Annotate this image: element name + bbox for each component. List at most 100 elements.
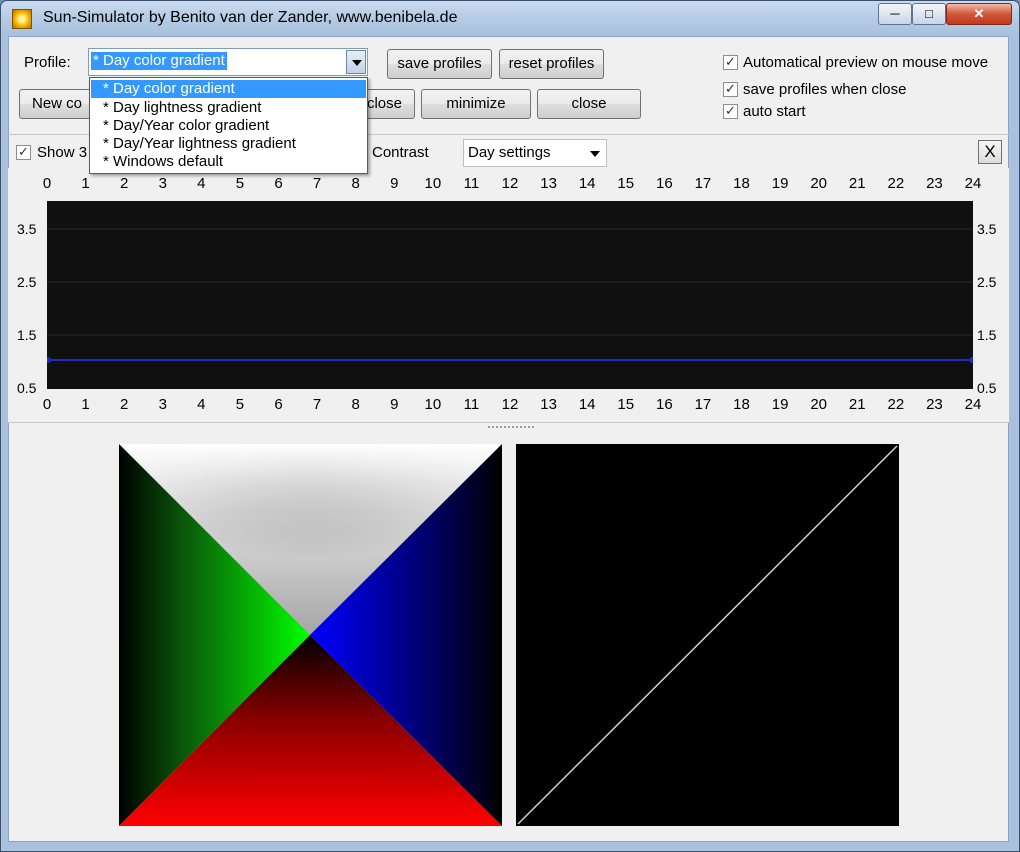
x-tick: 10 bbox=[424, 396, 442, 413]
x-tick: 6 bbox=[274, 396, 283, 413]
x-tick: 18 bbox=[733, 396, 750, 413]
lightness-svg bbox=[517, 445, 898, 825]
close-button-app[interactable]: close bbox=[537, 89, 641, 119]
x-tick: 23 bbox=[926, 396, 943, 413]
x-tick: 22 bbox=[887, 175, 905, 192]
lightness-diagonal bbox=[517, 445, 898, 825]
profile-dropdown-list: * Day color gradient * Day lightness gra… bbox=[89, 77, 368, 174]
curve-plot[interactable] bbox=[45, 201, 975, 389]
y-tick: 0.5 bbox=[977, 380, 997, 396]
x-tick: 3 bbox=[158, 175, 167, 192]
curve-handle[interactable] bbox=[45, 357, 51, 363]
x-tick: 19 bbox=[771, 396, 789, 413]
auto-start-checkbox[interactable]: ✓ bbox=[723, 104, 738, 119]
x-tick: 24 bbox=[964, 175, 982, 192]
window-title: Sun-Simulator by Benito van der Zander, … bbox=[43, 9, 458, 26]
y-tick: 2.5 bbox=[977, 274, 997, 290]
profile-option[interactable]: * Day/Year lightness gradient bbox=[91, 135, 366, 153]
profile-select[interactable]: * Day color gradient bbox=[88, 48, 368, 76]
x-tick: 11 bbox=[463, 396, 480, 413]
title-bar[interactable]: Sun-Simulator by Benito van der Zander, … bbox=[1, 1, 1019, 37]
x-tick: 9 bbox=[390, 175, 399, 192]
y-tick: 3.5 bbox=[17, 221, 37, 237]
y-tick: 2.5 bbox=[17, 274, 37, 290]
lightness-preview bbox=[516, 444, 899, 826]
chevron-down-icon bbox=[590, 151, 600, 157]
x-tick: 15 bbox=[617, 396, 635, 413]
show-label: Show 3 bbox=[37, 144, 88, 161]
curve-svg bbox=[45, 228, 975, 363]
x-tick: 23 bbox=[926, 175, 943, 192]
x-tick: 13 bbox=[540, 396, 557, 413]
maximize-button[interactable]: □ bbox=[912, 3, 946, 25]
x-tick: 2 bbox=[119, 175, 129, 192]
y-tick: 3.5 bbox=[977, 221, 997, 237]
save-on-close-checkbox[interactable]: ✓ bbox=[723, 82, 738, 97]
curve-handle[interactable] bbox=[969, 357, 975, 363]
contrast-label: Contrast bbox=[372, 144, 429, 161]
x-tick: 9 bbox=[390, 396, 399, 413]
close-panel-button[interactable]: X bbox=[978, 140, 1002, 164]
x-tick: 21 bbox=[848, 396, 866, 413]
sun-icon bbox=[12, 9, 32, 29]
profile-label: Profile: bbox=[24, 54, 71, 71]
x-tick: 20 bbox=[810, 396, 827, 413]
minimize-button[interactable]: ─ bbox=[878, 3, 912, 25]
profile-option[interactable]: * Day lightness gradient bbox=[91, 99, 366, 117]
minimize-button-app[interactable]: minimize bbox=[421, 89, 531, 119]
chevron-down-icon bbox=[352, 60, 362, 66]
x-tick: 20 bbox=[810, 175, 827, 192]
x-tick: 5 bbox=[235, 175, 245, 192]
auto-start-label: auto start bbox=[743, 103, 806, 120]
close-preview-button[interactable]: close bbox=[360, 89, 415, 119]
x-tick: 14 bbox=[578, 175, 596, 192]
profile-option[interactable]: * Windows default bbox=[91, 153, 366, 171]
y-tick: 0.5 bbox=[17, 380, 37, 396]
x-tick: 14 bbox=[578, 396, 596, 413]
x-tick: 1 bbox=[81, 175, 90, 192]
y-tick: 1.5 bbox=[17, 327, 37, 343]
settings-selected-value: Day settings bbox=[468, 144, 551, 161]
x-tick: 2 bbox=[119, 396, 129, 413]
x-tick: 7 bbox=[312, 175, 322, 192]
x-tick: 0 bbox=[42, 175, 52, 192]
new-config-button[interactable]: New co bbox=[19, 89, 99, 119]
profile-option[interactable]: * Day/Year color gradient bbox=[91, 117, 366, 135]
x-tick: 24 bbox=[964, 396, 982, 413]
auto-preview-label: Automatical preview on mouse move bbox=[743, 54, 989, 71]
settings-select[interactable]: Day settings bbox=[463, 139, 607, 167]
maximize-icon: □ bbox=[925, 6, 933, 21]
splitter-grip-icon bbox=[488, 426, 534, 430]
x-tick: 6 bbox=[274, 175, 283, 192]
x-tick: 8 bbox=[351, 175, 360, 192]
x-tick: 7 bbox=[312, 396, 322, 413]
x-tick: 17 bbox=[694, 396, 712, 413]
x-tick: 19 bbox=[771, 175, 789, 192]
profile-option[interactable]: * Day color gradient bbox=[91, 80, 366, 98]
close-window-button[interactable]: ✕ bbox=[946, 3, 1012, 25]
x-tick: 4 bbox=[197, 396, 206, 413]
x-tick: 12 bbox=[501, 175, 519, 192]
x-tick: 18 bbox=[733, 175, 750, 192]
profile-selected-value: * Day color gradient bbox=[91, 52, 227, 70]
close-icon: ✕ bbox=[973, 6, 985, 21]
reset-profiles-button[interactable]: reset profiles bbox=[499, 49, 604, 79]
x-tick: 1 bbox=[81, 396, 90, 413]
x-tick: 16 bbox=[655, 396, 673, 413]
minimize-icon: ─ bbox=[890, 6, 900, 21]
x-tick: 3 bbox=[158, 396, 167, 413]
save-profiles-button[interactable]: save profiles bbox=[387, 49, 492, 79]
auto-preview-checkbox[interactable]: ✓ bbox=[723, 55, 738, 70]
x-tick: 10 bbox=[424, 175, 442, 192]
color-gradient-svg bbox=[119, 444, 502, 826]
y-tick: 1.5 bbox=[977, 327, 997, 343]
x-tick: 13 bbox=[540, 175, 557, 192]
x-tick: 4 bbox=[197, 175, 206, 192]
x-tick: 21 bbox=[848, 175, 866, 192]
x-tick: 16 bbox=[655, 175, 673, 192]
color-gradient-preview bbox=[119, 444, 502, 826]
x-tick: 12 bbox=[501, 396, 519, 413]
x-tick: 5 bbox=[235, 396, 245, 413]
profile-dropdown-button[interactable] bbox=[346, 50, 366, 74]
show-checkbox[interactable]: ✓ bbox=[16, 145, 31, 160]
